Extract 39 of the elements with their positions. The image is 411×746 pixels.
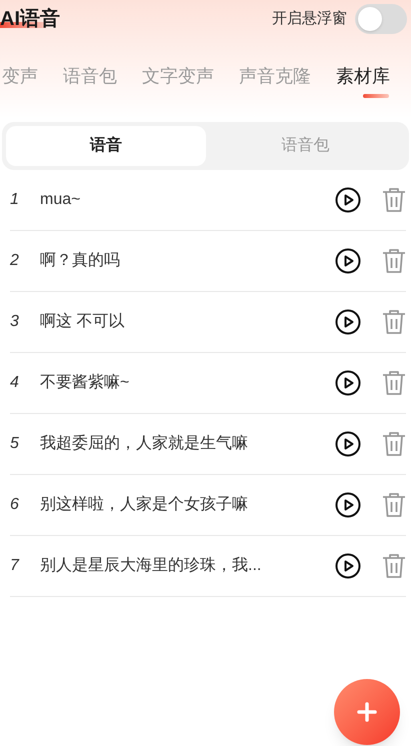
play-icon[interactable] [335, 431, 361, 457]
tab-indicator [363, 94, 389, 98]
play-icon[interactable] [335, 553, 361, 579]
float-window-label: 开启悬浮窗 [272, 8, 347, 29]
play-icon[interactable] [335, 309, 361, 335]
trash-icon[interactable] [382, 309, 406, 335]
voice-title: 别这样啦，人家是个女孩子嘛 [40, 494, 249, 515]
trash-icon[interactable] [382, 431, 406, 457]
category-tab[interactable]: 素材库 [336, 64, 390, 88]
voice-title: 不要酱紫嘛~ [40, 372, 130, 393]
row-number: 2 [10, 251, 20, 271]
category-tab[interactable]: 声音克隆 [239, 64, 311, 88]
float-window-switch[interactable] [355, 4, 407, 34]
row-number: 7 [10, 556, 20, 576]
row-number: 4 [10, 373, 20, 393]
segment-tab[interactable]: 语音包 [206, 126, 405, 166]
play-icon[interactable] [335, 248, 361, 274]
play-icon[interactable] [335, 492, 361, 518]
category-tab[interactable]: 语音包 [63, 64, 117, 88]
trash-icon[interactable] [382, 492, 406, 518]
trash-icon[interactable] [382, 187, 406, 213]
voice-title: 我超委屈的，人家就是生气嘛 [40, 434, 249, 454]
plus-icon [357, 702, 377, 722]
trash-icon[interactable] [382, 553, 406, 579]
row-number: 6 [10, 495, 20, 515]
category-tab[interactable]: 变声 [2, 64, 38, 88]
play-icon[interactable] [335, 187, 361, 213]
voice-title: 啊这 不可以 [40, 312, 126, 332]
voice-title: 啊？真的吗 [40, 250, 121, 271]
trash-icon[interactable] [382, 248, 406, 274]
trash-icon[interactable] [382, 370, 406, 396]
row-number: 1 [10, 190, 20, 210]
category-tab[interactable]: 文字变声 [142, 64, 214, 88]
voice-title: mua~ [40, 190, 82, 210]
voice-title: 别人是星辰大海里的珍珠，我... [40, 556, 262, 576]
row-number: 3 [10, 312, 20, 332]
segment-tab[interactable]: 语音 [6, 126, 206, 166]
row-number: 5 [10, 434, 20, 454]
play-icon[interactable] [335, 370, 361, 396]
